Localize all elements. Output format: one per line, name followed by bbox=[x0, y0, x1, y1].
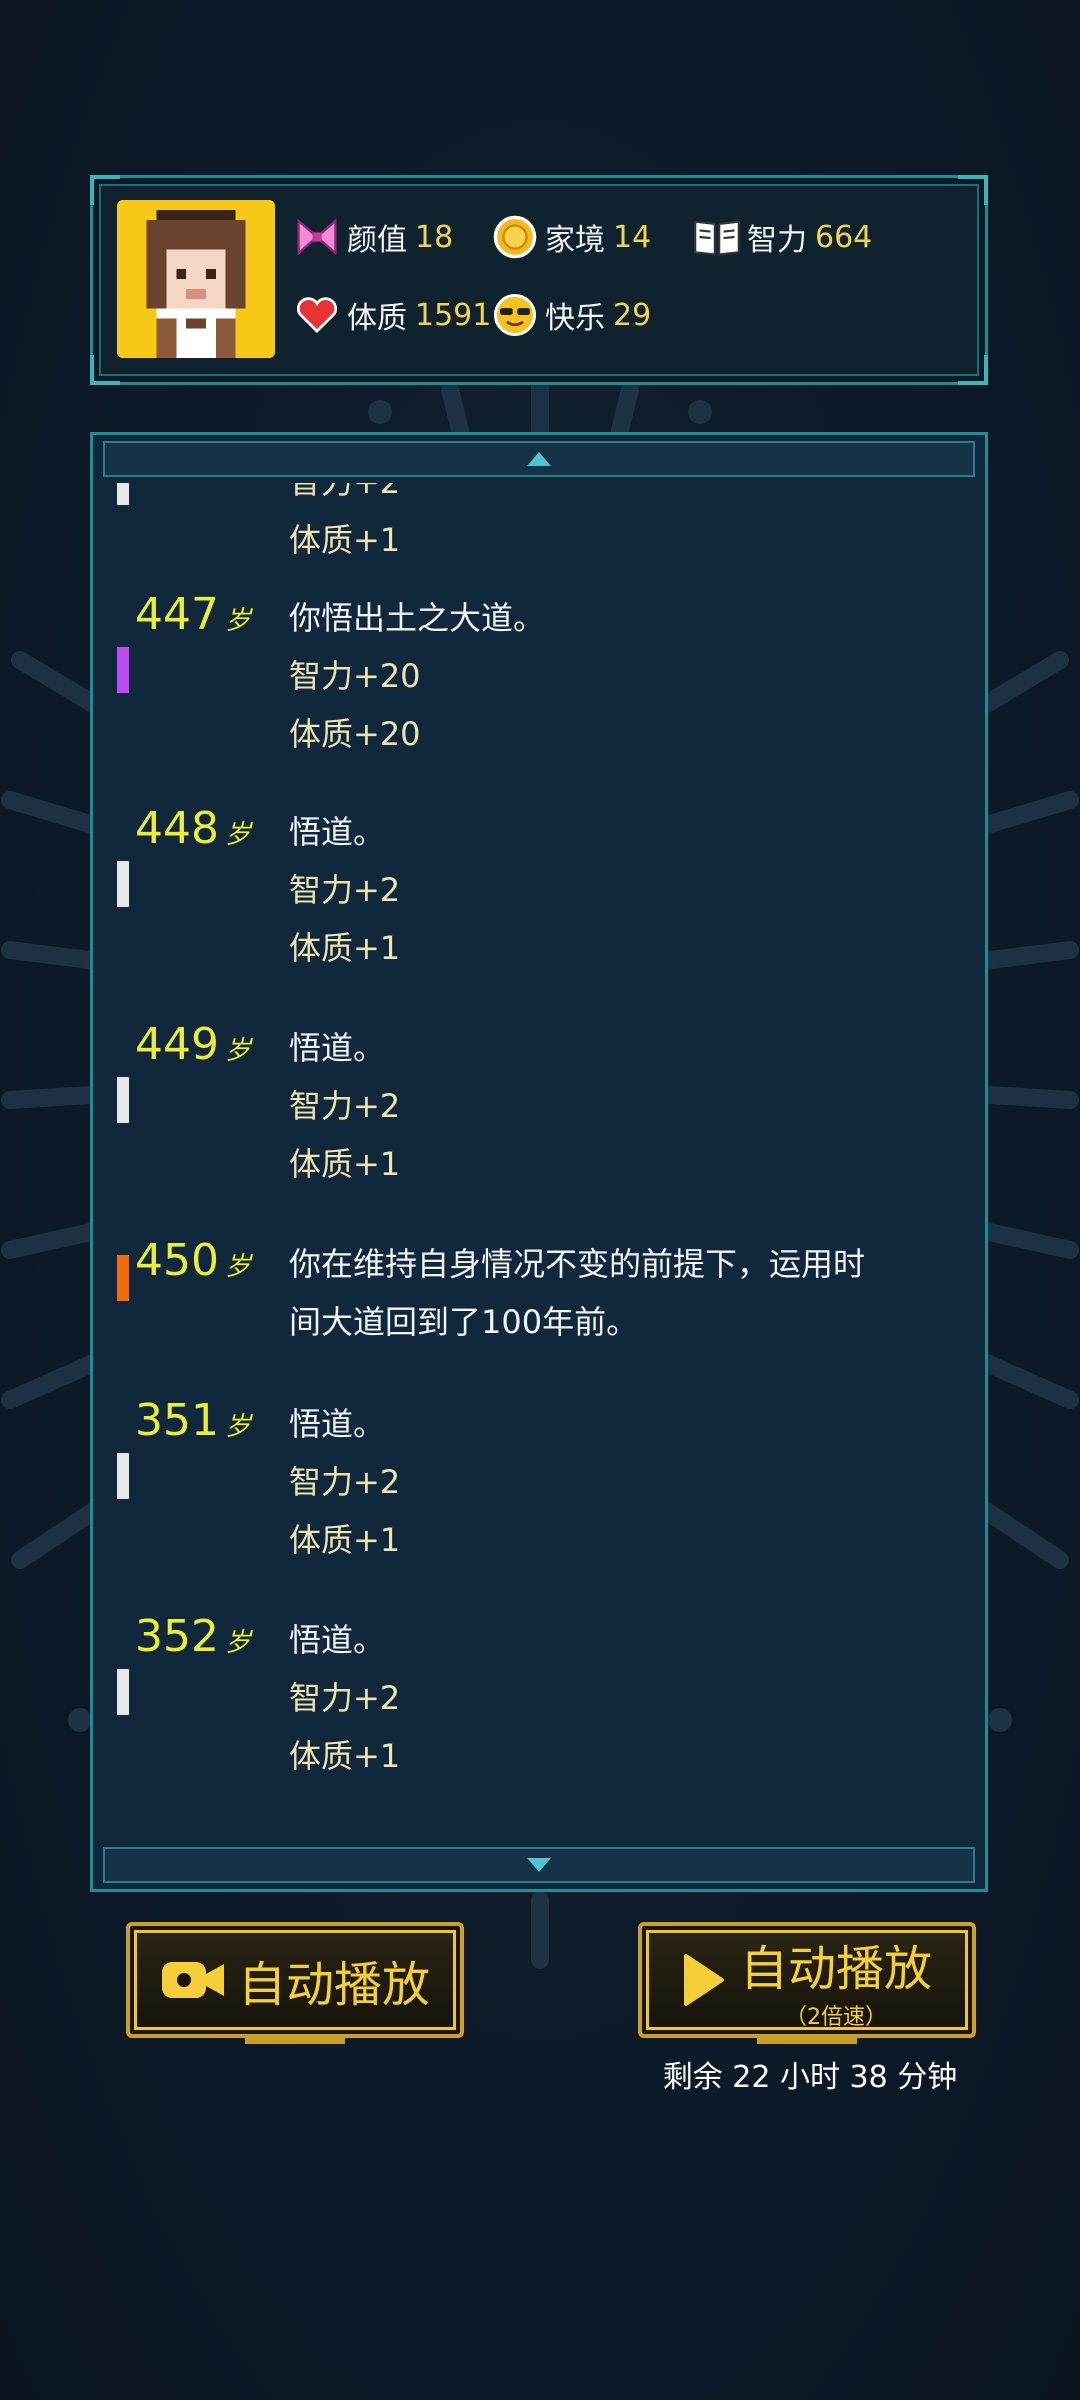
event-lines: 你在维持自身情况不变的前提下，运用时 间大道回到了100年前。 bbox=[289, 1235, 939, 1351]
stat-appearance: 颜值 18 bbox=[293, 212, 453, 262]
event-marker bbox=[117, 1255, 129, 1301]
auto-play-2x-button[interactable]: 自动播放 （2倍速） bbox=[638, 1922, 976, 2044]
effect-line: 体质+20 bbox=[289, 715, 421, 753]
age-label: 448 岁 bbox=[135, 803, 251, 854]
arrow-down-icon bbox=[527, 1858, 551, 1872]
log-entry: 450 岁 你在维持自身情况不变的前提下，运用时 间大道回到了100年前。 bbox=[93, 1235, 985, 1395]
stats-panel: 颜值 18 家境 14 智力 664 体质 1591 快乐 29 bbox=[90, 175, 988, 385]
effect-line: 体质+1 bbox=[289, 1521, 401, 1559]
stat-value: 1591 bbox=[415, 297, 492, 333]
log-list[interactable]: 智力+2 体质+1 447岁 你悟出土之大道。 智力+20 体质+20 448岁… bbox=[93, 483, 985, 1839]
event-marker bbox=[117, 483, 129, 505]
stat-happiness: 快乐 29 bbox=[491, 290, 651, 340]
effect-line: 智力+2 bbox=[289, 1679, 401, 1717]
button-notch bbox=[245, 2034, 345, 2044]
panel-corner bbox=[90, 175, 120, 205]
event-text: 间大道回到了100年前。 bbox=[289, 1303, 639, 1341]
log-entry-partial: 智力+2 体质+1 bbox=[93, 483, 985, 561]
age-label: 449 岁 bbox=[135, 1019, 251, 1070]
event-text: 悟道。 bbox=[289, 1405, 386, 1443]
event-marker bbox=[117, 1077, 129, 1123]
button-notch bbox=[757, 2034, 857, 2044]
button-text: 自动播放 （2倍速） bbox=[740, 1929, 932, 2031]
effect-line: 智力+2 bbox=[289, 1463, 401, 1501]
event-lines: 悟道。 智力+2 体质+1 bbox=[289, 1019, 939, 1193]
stat-label: 智力 bbox=[747, 223, 807, 258]
stat-label: 体质 bbox=[347, 301, 407, 336]
remaining-time: 剩余 22 小时 38 分钟 bbox=[662, 2060, 958, 2095]
event-lines: 智力+2 体质+1 bbox=[289, 483, 939, 569]
stat-value: 14 bbox=[613, 219, 652, 255]
event-marker bbox=[117, 861, 129, 907]
heart-icon bbox=[293, 291, 341, 339]
event-text: 你在维持自身情况不变的前提下，运用时 bbox=[289, 1245, 866, 1283]
effect-line: 智力+2 bbox=[289, 483, 939, 511]
character-avatar bbox=[117, 200, 275, 358]
arrow-up-icon bbox=[527, 452, 551, 466]
event-marker bbox=[117, 1453, 129, 1499]
video-camera-icon bbox=[160, 1956, 228, 2004]
effect-line: 智力+20 bbox=[289, 657, 421, 695]
event-text: 你悟出土之大道。 bbox=[289, 599, 546, 637]
bow-icon bbox=[293, 213, 341, 261]
book-icon bbox=[693, 213, 741, 261]
event-text: 悟道。 bbox=[289, 1621, 386, 1659]
event-lines: 悟道。 智力+2 体质+1 bbox=[289, 1611, 939, 1785]
auto-play-ad-button[interactable]: 自动播放 bbox=[126, 1922, 464, 2044]
log-entry: 351 岁 悟道。 智力+2 体质+1 bbox=[93, 1395, 985, 1611]
effect-line: 体质+1 bbox=[289, 929, 401, 967]
play-icon bbox=[682, 1952, 726, 2008]
effect-line: 体质+1 bbox=[289, 521, 401, 559]
coin-icon bbox=[491, 213, 539, 261]
age-label: 447 岁 bbox=[135, 589, 251, 640]
stat-value: 18 bbox=[415, 219, 454, 255]
age-label: 450 岁 bbox=[135, 1235, 251, 1286]
sunglasses-face-icon bbox=[491, 291, 539, 339]
panel-corner bbox=[90, 355, 120, 385]
button-label: 自动播放 bbox=[237, 1957, 430, 2013]
stat-family: 家境 14 bbox=[491, 212, 651, 262]
effect-line: 体质+1 bbox=[289, 1145, 401, 1183]
button-sublabel: （2倍速） bbox=[784, 2005, 887, 2030]
scroll-down-button[interactable] bbox=[103, 1847, 975, 1883]
stat-label: 快乐 bbox=[545, 301, 605, 336]
scroll-up-button[interactable] bbox=[103, 441, 975, 477]
event-lines: 悟道。 智力+2 体质+1 bbox=[289, 803, 939, 977]
age-label: 352 岁 bbox=[135, 1611, 251, 1662]
stat-label: 颜值 bbox=[347, 223, 407, 258]
effect-line: 智力+2 bbox=[289, 871, 401, 909]
stat-label: 家境 bbox=[545, 223, 605, 258]
event-lines: 悟道。 智力+2 体质+1 bbox=[289, 1395, 939, 1569]
log-entry: 352 岁 悟道。 智力+2 体质+1 bbox=[93, 1611, 985, 1827]
stat-intelligence: 智力 664 bbox=[693, 212, 872, 262]
event-lines: 你悟出土之大道。 智力+20 体质+20 bbox=[289, 589, 939, 763]
event-marker bbox=[117, 1669, 129, 1715]
log-entry: 447 岁 你悟出土之大道。 智力+20 体质+20 bbox=[93, 589, 985, 803]
button-label: 自动播放 bbox=[739, 1941, 932, 1997]
log-entry: 448 岁 悟道。 智力+2 体质+1 bbox=[93, 803, 985, 1019]
effect-line: 体质+1 bbox=[289, 1737, 401, 1775]
event-text: 悟道。 bbox=[289, 1029, 386, 1067]
effect-line: 智力+2 bbox=[289, 1087, 401, 1125]
stat-constitution: 体质 1591 bbox=[293, 290, 491, 340]
panel-corner bbox=[958, 175, 988, 205]
event-text: 悟道。 bbox=[289, 813, 386, 851]
life-log-panel[interactable]: 智力+2 体质+1 447岁 你悟出土之大道。 智力+20 体质+20 448岁… bbox=[90, 432, 988, 1892]
stat-value: 29 bbox=[613, 297, 652, 333]
event-marker bbox=[117, 647, 129, 693]
stat-value: 664 bbox=[815, 219, 873, 255]
log-entry: 449 岁 悟道。 智力+2 体质+1 bbox=[93, 1019, 985, 1235]
panel-corner bbox=[958, 355, 988, 385]
age-label: 351 岁 bbox=[135, 1395, 251, 1446]
